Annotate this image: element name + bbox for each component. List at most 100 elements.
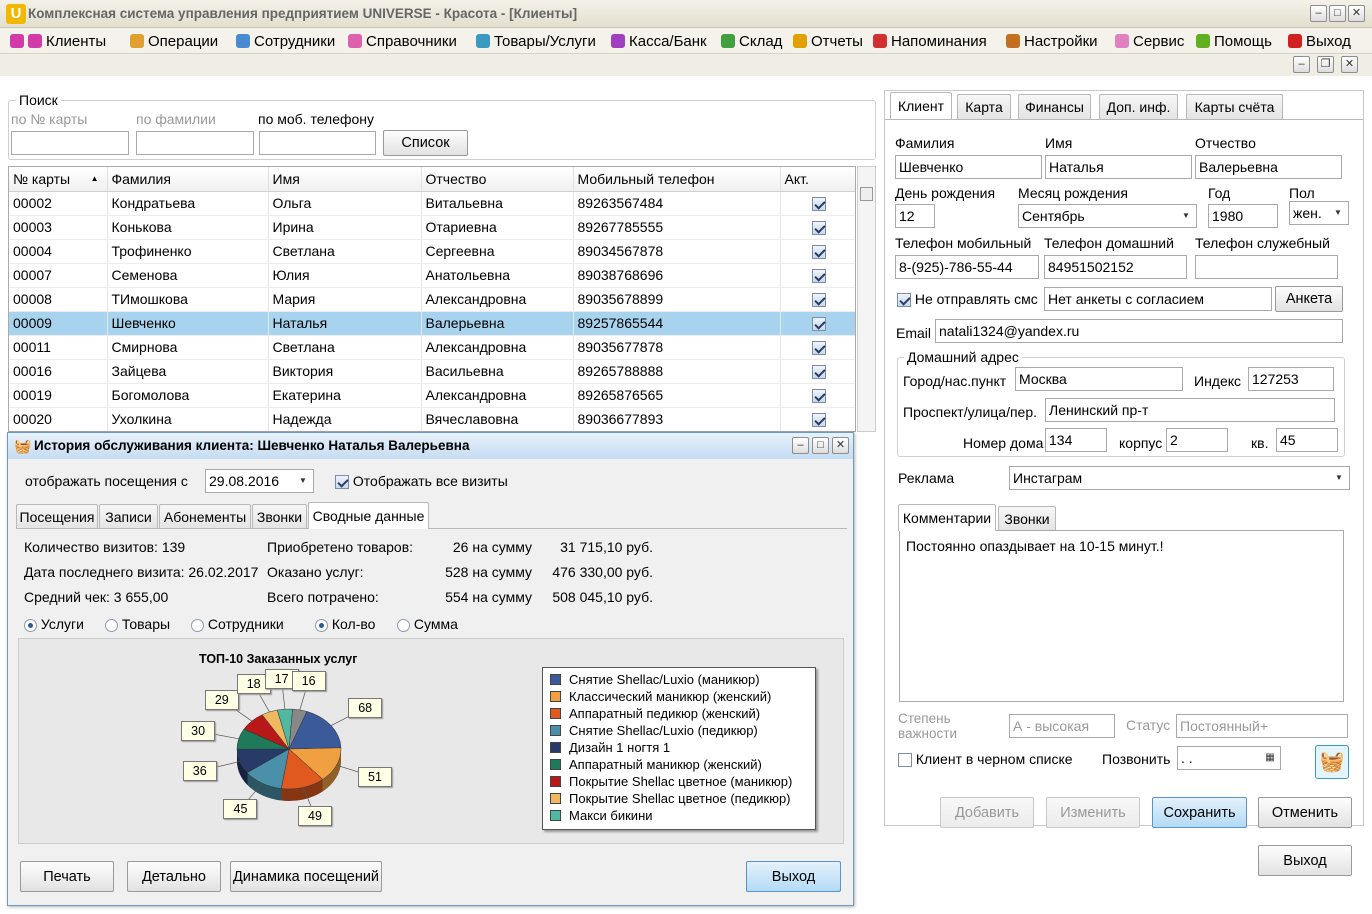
scrollbar-thumb[interactable]	[860, 187, 873, 201]
client-tab-2[interactable]: Финансы	[1018, 94, 1091, 119]
history-tab-2[interactable]: Абонементы	[159, 504, 251, 529]
year-input[interactable]: 1980	[1208, 204, 1278, 228]
history-minimize-icon[interactable]: –	[792, 437, 809, 454]
sex-select[interactable]: жен. ▼	[1289, 201, 1349, 225]
active-cell[interactable]	[780, 335, 855, 360]
column-header[interactable]: Фамилия	[107, 167, 269, 192]
active-cell[interactable]	[780, 311, 855, 336]
clients-table-scrollbar[interactable]	[857, 166, 876, 432]
cancel-button[interactable]: Отменить	[1258, 797, 1352, 828]
show-from-date-input[interactable]: 29.08.2016 ▼	[205, 469, 314, 493]
chevron-down-icon[interactable]: ▼	[1330, 205, 1346, 221]
search-surname-input[interactable]	[136, 131, 254, 155]
menu-goods[interactable]: Товары/Услуги	[476, 28, 596, 54]
radio-employees[interactable]: Сотрудники	[191, 616, 284, 632]
comment-tab-1[interactable]: Звонки	[998, 506, 1056, 531]
column-header[interactable]: Мобильный телефон	[573, 167, 781, 192]
chevron-down-icon[interactable]: ▼	[1178, 208, 1194, 224]
checkbox-icon[interactable]	[897, 293, 911, 308]
history-close-icon[interactable]: ✕	[832, 437, 849, 454]
checkbox-icon[interactable]	[811, 317, 826, 332]
table-row[interactable]: 00016 Зайцева Виктория Васильевна 8926578888…	[9, 359, 855, 384]
radio-services[interactable]: Услуги	[24, 616, 84, 632]
checkbox-icon[interactable]	[811, 245, 826, 260]
radio-off-icon[interactable]	[191, 618, 204, 632]
table-row[interactable]: 00020 Ухолкина Надежда Вячеславовна 89036677…	[9, 407, 855, 431]
minimize-icon[interactable]: –	[1310, 5, 1327, 22]
comment-tab-0[interactable]: Комментарии	[898, 504, 996, 531]
no-sms-checkbox[interactable]: Не отправлять смс	[897, 291, 1038, 308]
edit-button[interactable]: Изменить	[1046, 797, 1140, 828]
status-field[interactable]: Постоянный+	[1176, 714, 1348, 738]
radio-goods[interactable]: Товары	[105, 616, 170, 632]
save-button[interactable]: Сохранить	[1152, 797, 1247, 828]
chevron-down-icon[interactable]: ▼	[295, 473, 311, 489]
checkbox-icon[interactable]	[811, 269, 826, 284]
menu-cash[interactable]: Касса/Банк	[611, 28, 707, 54]
history-tab-4[interactable]: Сводные данные	[308, 502, 429, 529]
radio-off-icon[interactable]	[105, 618, 118, 632]
column-header[interactable]: Отчество	[421, 167, 574, 192]
checkbox-icon[interactable]	[811, 197, 826, 212]
basket-button[interactable]: 🧺	[1315, 745, 1349, 779]
menu-service[interactable]: Сервис	[1115, 28, 1184, 54]
patronymic-input[interactable]: Валерьевна	[1195, 155, 1342, 179]
house-input[interactable]: 134	[1045, 428, 1107, 452]
checkbox-icon[interactable]	[335, 475, 349, 490]
work-phone-input[interactable]	[1195, 255, 1338, 279]
history-tab-0[interactable]: Посещения	[16, 504, 98, 529]
menu-settings[interactable]: Настройки	[1006, 28, 1098, 54]
mdi-minimize-icon[interactable]: –	[1293, 56, 1310, 73]
menu-reminders[interactable]: Напоминания	[873, 28, 987, 54]
menu-help[interactable]: Помощь	[1196, 28, 1272, 54]
mdi-close-icon[interactable]: ✕	[1341, 56, 1358, 73]
index-input[interactable]: 127253	[1248, 367, 1334, 391]
menu-warehouse[interactable]: Склад	[721, 28, 782, 54]
client-tab-4[interactable]: Карты счёта	[1186, 94, 1283, 119]
column-header[interactable]: Акт.	[780, 167, 855, 192]
details-button[interactable]: Детально	[127, 861, 221, 892]
menu-operations[interactable]: Операции	[130, 28, 218, 54]
table-row[interactable]: 00008 ТИмошкова Мария Александровна 89035678…	[9, 287, 855, 312]
list-button[interactable]: Список	[383, 130, 468, 156]
comment-box[interactable]: Постоянно опаздывает на 10-15 минут.!	[899, 530, 1344, 702]
blacklist-checkbox[interactable]: Клиент в черном списке	[898, 751, 1073, 768]
show-all-checkbox[interactable]: Отображать все визиты	[335, 473, 508, 490]
table-row[interactable]: 00007 Семенова Юлия Анатольевна 89038768696	[9, 263, 855, 288]
table-row[interactable]: 00003 Конькова Ирина Отариевна 89267785555	[9, 215, 855, 240]
column-header[interactable]: Имя	[268, 167, 422, 192]
flat-input[interactable]: 45	[1276, 428, 1338, 452]
radio-on-icon[interactable]	[24, 618, 37, 632]
checkbox-icon[interactable]	[898, 753, 912, 768]
bmonth-select[interactable]: Сентябрь ▼	[1018, 204, 1197, 228]
checkbox-icon[interactable]	[811, 293, 826, 308]
city-input[interactable]: Москва	[1015, 367, 1183, 391]
table-row[interactable]: 00004 Трофиненко Светлана Сергеевна 89034567…	[9, 239, 855, 264]
active-cell[interactable]	[780, 215, 855, 240]
survey-button[interactable]: Анкета	[1275, 286, 1343, 312]
radio-off-icon[interactable]	[397, 618, 410, 632]
checkbox-icon[interactable]	[811, 365, 826, 380]
table-row[interactable]: 00002 Кондратьева Ольга Витальевна 892635674…	[9, 191, 855, 216]
active-cell[interactable]	[780, 191, 855, 216]
radio-count[interactable]: Кол-во	[315, 616, 375, 632]
sort-asc-icon[interactable]: ▲	[91, 174, 99, 183]
client-tab-3[interactable]: Доп. инф.	[1099, 94, 1178, 119]
menu-employees[interactable]: Сотрудники	[236, 28, 335, 54]
surname-input[interactable]: Шевченко	[895, 155, 1042, 179]
chevron-down-icon[interactable]: ▼	[1331, 470, 1347, 486]
history-tab-1[interactable]: Записи	[99, 504, 158, 529]
table-row[interactable]: 00019 Богомолова Екатерина Александровна 892…	[9, 383, 855, 408]
bday-input[interactable]: 12	[895, 204, 935, 228]
checkbox-icon[interactable]	[811, 221, 826, 236]
call-date-input[interactable]: . . ▦	[1177, 746, 1281, 770]
search-card-input[interactable]	[11, 131, 129, 155]
mdi-restore-icon[interactable]: ❐	[1317, 56, 1334, 73]
table-row[interactable]: 00009 Шевченко Наталья Валерьевна 8925786554…	[9, 311, 855, 336]
checkbox-icon[interactable]	[811, 413, 826, 428]
name-input[interactable]: Наталья	[1045, 155, 1192, 179]
active-cell[interactable]	[780, 359, 855, 384]
history-exit-button[interactable]: Выход	[746, 861, 841, 892]
mobile-input[interactable]: 8-(925)-786-55-44	[895, 255, 1039, 279]
checkbox-icon[interactable]	[811, 389, 826, 404]
